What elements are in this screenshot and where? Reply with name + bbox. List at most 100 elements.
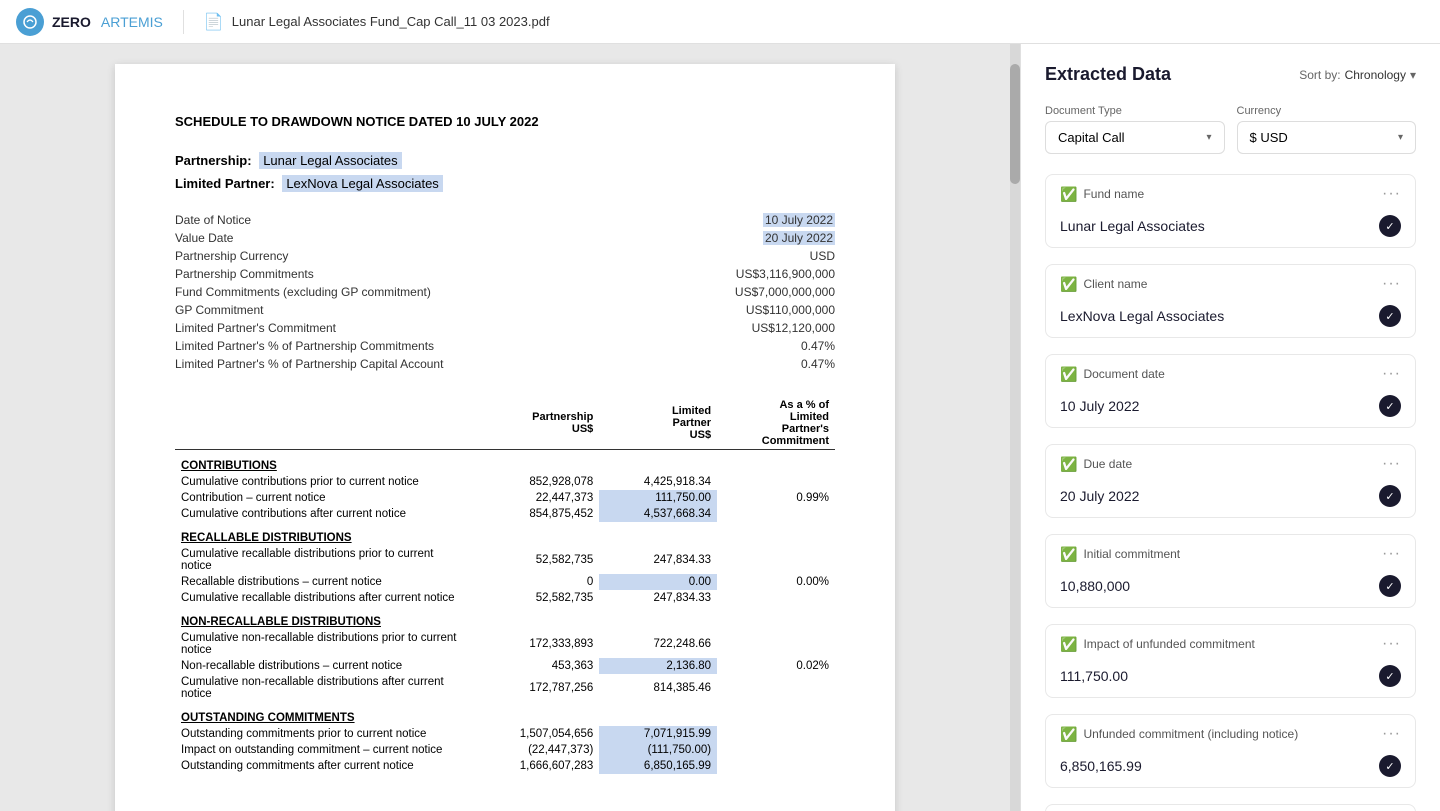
field-due-date: ✅ Due date ··· 20 July 2022 ✓ (1045, 444, 1416, 518)
currency-label: Currency (1237, 105, 1417, 117)
section-non-recallable: NON-RECALLABLE DISTRIBUTIONS (175, 606, 835, 630)
currency-value: $ USD (1250, 130, 1288, 145)
sort-by-dropdown[interactable]: Sort by: Chronology ▾ (1299, 68, 1416, 82)
row-col3: 4,537,668.34 (599, 506, 717, 522)
field-document-date-header: ✅ Document date ··· (1046, 355, 1415, 389)
lp-label: Limited Partner: (175, 176, 275, 191)
document-type-dropdown[interactable]: Capital Call ▾ (1045, 121, 1225, 154)
document-type-group: Document Type Capital Call ▾ (1045, 105, 1225, 154)
client-name-value: LexNova Legal Associates (1060, 308, 1224, 324)
field-client-name-value-row: LexNova Legal Associates ✓ (1046, 299, 1415, 337)
field-due-date-value-row: 20 July 2022 ✓ (1046, 479, 1415, 517)
due-date-label-text: Due date (1083, 457, 1132, 471)
doc-title: SCHEDULE TO DRAWDOWN NOTICE DATED 10 JUL… (175, 114, 835, 129)
row-col3: 111,750.00 (599, 490, 717, 506)
verified-icon: ✓ (1379, 665, 1401, 687)
chevron-down-icon: ▾ (1410, 68, 1416, 82)
field-document-date-value-row: 10 July 2022 ✓ (1046, 389, 1415, 427)
unfunded-including-label-text: Unfunded commitment (including notice) (1083, 727, 1298, 741)
table-row: Outstanding commitments prior to current… (175, 726, 835, 742)
field-label: Partnership Commitments (175, 267, 314, 281)
doc-scrollbar[interactable] (1010, 44, 1020, 811)
row-col2: 172,333,893 (472, 630, 599, 658)
more-options-button[interactable]: ··· (1382, 545, 1401, 563)
due-date-value: 20 July 2022 (1060, 488, 1139, 504)
logo-icon (16, 8, 44, 36)
scrollbar-thumb[interactable] (1010, 64, 1020, 184)
field-label: GP Commitment (175, 303, 263, 317)
app-logo: ZEROARTEMIS (16, 8, 163, 36)
more-options-button[interactable]: ··· (1382, 455, 1401, 473)
col-header-description (175, 397, 472, 450)
more-options-button[interactable]: ··· (1382, 275, 1401, 293)
row-col3: 814,385.46 (599, 674, 717, 702)
row-label: Recallable distributions – current notic… (175, 574, 472, 590)
currency-dropdown[interactable]: $ USD ▾ (1237, 121, 1417, 154)
col-header-lp: LimitedPartnerUS$ (599, 397, 717, 450)
more-options-button[interactable]: ··· (1382, 725, 1401, 743)
document-date-label: ✅ Document date (1060, 366, 1165, 383)
filename: Lunar Legal Associates Fund_Cap Call_11 … (232, 14, 550, 29)
field-client-name-header: ✅ Client name ··· (1046, 265, 1415, 299)
table-header-row: PartnershipUS$ LimitedPartnerUS$ As a % … (175, 397, 835, 450)
main-layout: SCHEDULE TO DRAWDOWN NOTICE DATED 10 JUL… (0, 44, 1440, 811)
verified-icon: ✓ (1379, 395, 1401, 417)
row-col4: 0.02% (717, 658, 835, 674)
check-icon: ✅ (1060, 366, 1077, 383)
section-header-label: CONTRIBUTIONS (175, 450, 835, 475)
field-initial-commitment-value-row: 10,880,000 ✓ (1046, 569, 1415, 607)
more-options-button[interactable]: ··· (1382, 365, 1401, 383)
topbar: ZEROARTEMIS 📄 Lunar Legal Associates Fun… (0, 0, 1440, 44)
field-label: Partnership Currency (175, 249, 288, 263)
row-label: Cumulative non-recallable distributions … (175, 630, 472, 658)
field-value: USD (810, 249, 835, 263)
field-fund-name: ✅ Fund name ··· Lunar Legal Associates ✓ (1045, 174, 1416, 248)
sort-by-value: Chronology (1345, 68, 1406, 82)
row-col4 (717, 474, 835, 490)
row-col2: 172,787,256 (472, 674, 599, 702)
initial-commitment-label-text: Initial commitment (1083, 547, 1180, 561)
row-label: Cumulative recallable distributions prio… (175, 546, 472, 574)
field-value: 0.47% (801, 357, 835, 371)
section-recallable: RECALLABLE DISTRIBUTIONS (175, 522, 835, 546)
verified-icon: ✓ (1379, 485, 1401, 507)
row-label: Cumulative non-recallable distributions … (175, 674, 472, 702)
logo-artemis: ARTEMIS (101, 14, 163, 30)
field-impact-unfunded-header: ✅ Impact of unfunded commitment ··· (1046, 625, 1415, 659)
section-contributions: CONTRIBUTIONS (175, 450, 835, 475)
field-unfunded-including-header: ✅ Unfunded commitment (including notice)… (1046, 715, 1415, 749)
table-row: Cumulative recallable distributions prio… (175, 546, 835, 574)
field-unfunded-before: ✅ Unfunded commitment (before notice) ··… (1045, 804, 1416, 811)
table-row: Cumulative non-recallable distributions … (175, 674, 835, 702)
currency-group: Currency $ USD ▾ (1237, 105, 1417, 154)
col-header-pct: As a % ofLimitedPartner'sCommitment (717, 397, 835, 450)
document-panel[interactable]: SCHEDULE TO DRAWDOWN NOTICE DATED 10 JUL… (0, 44, 1010, 811)
field-label: Limited Partner's % of Partnership Capit… (175, 357, 443, 371)
check-icon: ✅ (1060, 636, 1077, 653)
doc-lp: Limited Partner: LexNova Legal Associate… (175, 176, 835, 191)
more-options-button[interactable]: ··· (1382, 185, 1401, 203)
table-row: Impact on outstanding commitment – curre… (175, 742, 835, 758)
table-row: Outstanding commitments after current no… (175, 758, 835, 774)
document-type-value: Capital Call (1058, 130, 1124, 145)
field-value: 10 July 2022 (763, 213, 835, 227)
check-icon: ✅ (1060, 456, 1077, 473)
lp-value: LexNova Legal Associates (282, 175, 442, 192)
row-col3: 722,248.66 (599, 630, 717, 658)
document-date-label-text: Document date (1083, 367, 1164, 381)
pdf-icon: 📄 (204, 12, 224, 32)
unfunded-including-label: ✅ Unfunded commitment (including notice) (1060, 726, 1298, 743)
field-initial-commitment-header: ✅ Initial commitment ··· (1046, 535, 1415, 569)
doc-field-row: Limited Partner's % of Partnership Commi… (175, 337, 835, 355)
row-col2: 453,363 (472, 658, 599, 674)
row-col4 (717, 726, 835, 742)
row-col3: 0.00 (599, 574, 717, 590)
row-label: Impact on outstanding commitment – curre… (175, 742, 472, 758)
field-impact-unfunded-value-row: 111,750.00 ✓ (1046, 659, 1415, 697)
field-client-name: ✅ Client name ··· LexNova Legal Associat… (1045, 264, 1416, 338)
field-value: 0.47% (801, 339, 835, 353)
row-label: Cumulative contributions prior to curren… (175, 474, 472, 490)
row-col4 (717, 590, 835, 606)
unfunded-including-value: 6,850,165.99 (1060, 758, 1142, 774)
more-options-button[interactable]: ··· (1382, 635, 1401, 653)
